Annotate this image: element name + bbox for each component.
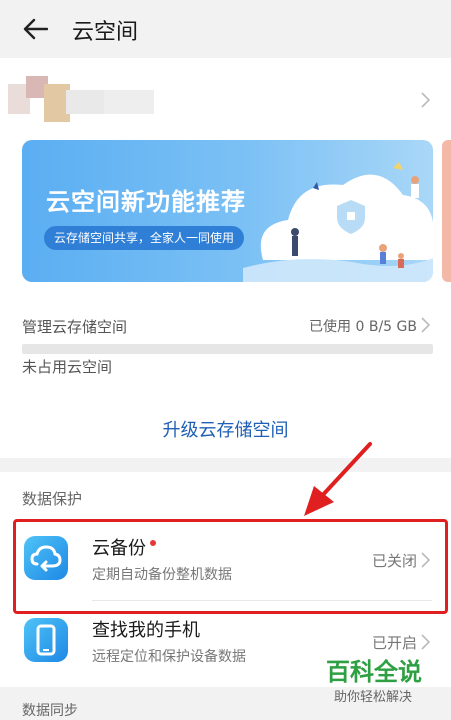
manage-storage-label[interactable]: 管理云存储空间 bbox=[22, 316, 127, 337]
find-my-phone-title: 查找我的手机 bbox=[92, 620, 200, 641]
highlight-box bbox=[13, 519, 448, 614]
storage-usage-bar bbox=[22, 344, 433, 354]
section-title: 数据保护 bbox=[22, 490, 83, 508]
watermark-title: 百科全说 bbox=[326, 658, 422, 686]
avatar[interactable] bbox=[8, 76, 158, 122]
banner-pill: 云存储空间共享，全家人一同使用 bbox=[44, 226, 245, 250]
account-card: 云空间新功能推荐 云存储空间共享，全家人一同使用 管理云存储空间 已使用 0 B… bbox=[0, 58, 451, 458]
account-chevron-right-icon[interactable] bbox=[421, 92, 430, 108]
phone-icon bbox=[24, 618, 68, 662]
storage-chevron-right-icon[interactable] bbox=[421, 317, 430, 333]
next-banner-peek bbox=[442, 140, 451, 282]
cloud-illustration-icon bbox=[243, 162, 433, 282]
promo-banner[interactable]: 云空间新功能推荐 云存储空间共享，全家人一同使用 bbox=[22, 140, 433, 282]
find-my-phone-chevron-right-icon bbox=[421, 634, 430, 650]
banner-title: 云空间新功能推荐 bbox=[46, 188, 246, 216]
page-title: 云空间 bbox=[72, 20, 139, 45]
find-my-phone-status: 已开启 bbox=[371, 634, 417, 652]
upgrade-storage-button[interactable]: 升级云存储空间 bbox=[0, 416, 451, 442]
back-arrow-icon[interactable] bbox=[22, 17, 48, 41]
watermark-subtitle: 助你轻松解决 bbox=[334, 690, 413, 705]
annotation-arrow-icon bbox=[304, 442, 372, 516]
unused-space-label: 未占用云空间 bbox=[22, 358, 113, 376]
next-section-title: 数据同步 bbox=[22, 703, 78, 719]
top-bar: 云空间 bbox=[0, 0, 451, 58]
storage-used-text: 已使用 0 B/5 GB bbox=[309, 319, 417, 335]
find-my-phone-subtitle: 远程定位和保护设备数据 bbox=[92, 649, 246, 665]
